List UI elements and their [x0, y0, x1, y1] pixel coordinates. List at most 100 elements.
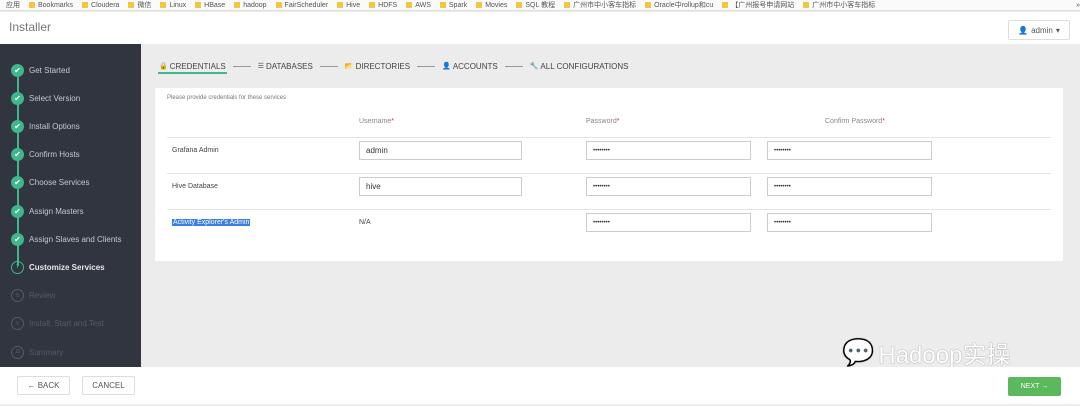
- bookmark-item[interactable]: HDFS: [369, 2, 397, 9]
- check-circle-icon: ✔: [11, 204, 24, 218]
- folder-icon: [128, 2, 135, 8]
- bookmark-item[interactable]: Movies: [476, 2, 507, 9]
- wizard-step-install-options[interactable]: ✔ Install Options: [11, 119, 80, 133]
- tab-separator: [319, 65, 338, 67]
- tab-directories[interactable]: 📂 DIRECTORIES: [344, 59, 411, 73]
- service-name: Hive Database: [172, 183, 218, 190]
- wizard-step-review: 8 Review: [11, 289, 55, 303]
- confirm-password-header: Confirm Password*: [825, 118, 885, 125]
- folder-icon: [234, 2, 241, 8]
- folder-icon: [439, 2, 446, 8]
- lock-icon: 🔒: [159, 63, 168, 70]
- bookmark-item[interactable]: FairScheduler: [275, 2, 328, 9]
- folder-icon: [645, 2, 652, 8]
- folder-icon: [722, 2, 729, 8]
- wizard-step-assign-masters[interactable]: ✔ Assign Masters: [11, 204, 84, 218]
- folder-icon: [29, 2, 35, 8]
- credentials-panel: Please provide credentials for these ser…: [155, 88, 1063, 261]
- folder-icon: [803, 2, 810, 8]
- step-number: 9: [11, 317, 24, 331]
- watermark: 💬 Hadoop实操: [842, 337, 1011, 369]
- bookmark-item[interactable]: 【广州报号申请网站: [722, 0, 794, 10]
- bookmark-item[interactable]: »: [1076, 2, 1080, 9]
- wizard-step-get-started[interactable]: ✔ Get Started: [11, 63, 70, 77]
- tab-all-configurations[interactable]: 🔧 ALL CONFIGURATIONS: [529, 59, 630, 73]
- folder-icon: [406, 2, 413, 8]
- step-number: 10: [11, 345, 24, 359]
- password-input[interactable]: ••••••••: [586, 213, 751, 232]
- bookmark-item[interactable]: AWS: [406, 2, 431, 9]
- user-icon: 👤: [442, 63, 451, 70]
- service-name: Activity Explorer's Admin: [172, 219, 251, 226]
- wizard-step-choose-services[interactable]: ✔ Choose Services: [11, 176, 89, 190]
- username-input[interactable]: admin: [359, 141, 522, 160]
- tab-accounts[interactable]: 👤 ACCOUNTS: [441, 59, 499, 73]
- username-header: Username*: [359, 118, 395, 125]
- tab-credentials[interactable]: 🔒 CREDENTIALS: [158, 58, 227, 74]
- wizard-step-assign-slaves-and-clients[interactable]: ✔ Assign Slaves and Clients: [11, 232, 122, 246]
- bookmark-item[interactable]: 应用: [6, 0, 20, 10]
- user-menu-button[interactable]: 👤 admin ▾: [1008, 20, 1070, 40]
- folder-icon: [82, 2, 89, 8]
- check-circle-icon: ✔: [11, 176, 24, 190]
- tab-separator: [504, 65, 523, 67]
- username-value: N/A: [359, 219, 371, 226]
- confirm-password-input[interactable]: ••••••••: [767, 177, 932, 196]
- bookmark-item[interactable]: 广州市中小客车指标: [564, 0, 636, 10]
- folder-icon: [516, 2, 523, 8]
- wizard-step-select-version[interactable]: ✔ Select Version: [11, 91, 80, 105]
- bookmark-item[interactable]: Hive: [337, 2, 360, 9]
- bookmark-item[interactable]: Oracle中rollup和cu: [645, 0, 713, 10]
- header: Installer 👤 admin ▾: [0, 12, 1080, 44]
- row-divider: [167, 209, 1051, 210]
- confirm-password-input[interactable]: ••••••••: [767, 213, 932, 232]
- step-number: 8: [11, 289, 24, 303]
- tab-separator: [232, 65, 251, 67]
- folder-icon: [369, 2, 376, 8]
- bookmark-item[interactable]: Linux: [160, 2, 186, 9]
- folder-icon: 📂: [344, 63, 354, 70]
- folder-icon: [337, 2, 344, 8]
- wrench-icon: 🔧: [529, 63, 539, 70]
- next-button[interactable]: NEXT →: [1008, 377, 1061, 396]
- folder-icon: [476, 2, 483, 8]
- footer: ← BACK CANCEL NEXT →: [0, 367, 1080, 404]
- password-input[interactable]: ••••••••: [586, 141, 751, 160]
- bookmark-item[interactable]: Cloudera: [82, 2, 119, 9]
- caret-down-icon: ▾: [1055, 25, 1060, 35]
- step-number: 7: [11, 260, 24, 274]
- bookmark-item[interactable]: SQL 教程: [516, 0, 555, 10]
- wizard-step-summary: 10 Summary: [11, 345, 63, 359]
- bookmarks-bar: 应用 Bookmarks Cloudera 微信 Linux HBase hadoop Fai…: [0, 0, 1080, 11]
- username-input[interactable]: hive: [359, 177, 522, 196]
- wizard-step-confirm-hosts[interactable]: ✔ Confirm Hosts: [11, 148, 80, 162]
- user-icon: 👤: [1018, 25, 1029, 35]
- wizard-step-customize-services[interactable]: 7 Customize Services: [11, 260, 105, 274]
- password-input[interactable]: ••••••••: [586, 177, 751, 196]
- check-circle-icon: ✔: [11, 232, 24, 246]
- confirm-password-input[interactable]: ••••••••: [767, 141, 932, 160]
- password-header: Password*: [586, 118, 620, 125]
- check-circle-icon: ✔: [11, 91, 24, 105]
- folder-icon: [160, 2, 167, 8]
- wechat-icon: 💬: [842, 337, 875, 367]
- check-circle-icon: ✔: [11, 119, 24, 133]
- folder-icon: [564, 2, 571, 8]
- check-circle-icon: ✔: [11, 63, 24, 77]
- check-circle-icon: ✔: [11, 148, 24, 162]
- row-divider: [167, 137, 1051, 138]
- bookmark-item[interactable]: 微信: [128, 0, 151, 10]
- app-title: Installer: [9, 20, 52, 34]
- bookmark-item[interactable]: hadoop: [234, 2, 267, 9]
- bookmark-item[interactable]: Spark: [439, 2, 467, 9]
- back-button[interactable]: ← BACK: [17, 376, 70, 395]
- bookmark-item[interactable]: Bookmarks: [29, 2, 73, 9]
- tab-databases[interactable]: ☰ DATABASES: [257, 59, 314, 73]
- bookmark-item[interactable]: 广州市中小客车指标: [803, 0, 875, 10]
- service-name: Grafana Admin: [172, 147, 219, 154]
- config-tabs: 🔒 CREDENTIALS ☰ DATABASES 📂 DIRECTORIES 👤 ACCOU…: [158, 58, 629, 74]
- list-icon: ☰: [257, 63, 265, 70]
- bookmark-item[interactable]: HBase: [195, 2, 225, 9]
- folder-icon: [195, 2, 202, 8]
- cancel-button[interactable]: CANCEL: [82, 376, 135, 395]
